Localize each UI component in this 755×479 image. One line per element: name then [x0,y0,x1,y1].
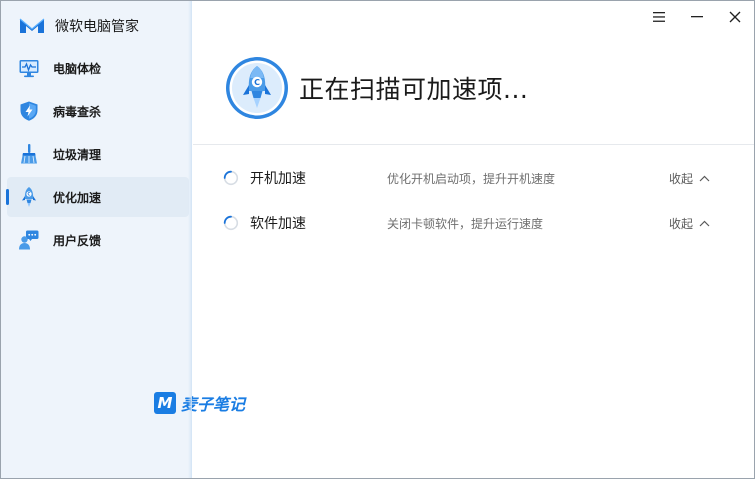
user-feedback-icon [19,230,39,250]
watermark-logo-icon: M [154,392,176,414]
active-indicator [6,189,9,205]
svg-text:C: C [28,192,31,197]
sidebar-item-label: 电脑体检 [53,61,102,76]
sidebar-item-label: 病毒查杀 [53,104,102,119]
sidebar-nav: 电脑体检 病毒查杀 垃圾清理 C 优化加速 用户反馈 [1,45,192,262]
brand: 微软电脑管家 [18,14,139,38]
sidebar-item-optimize-speed[interactable]: C 优化加速 [6,177,189,217]
broom-icon [21,144,37,164]
sidebar-item-virus-scan[interactable]: 病毒查杀 [7,91,189,131]
task-description: 优化开机启动项，提升开机速度 [387,171,556,186]
sidebar: 微软电脑管家 电脑体检 病毒查杀 垃圾清理 C 优化加速 用户反馈 M 麦子笔记 [1,1,245,478]
scan-status-header: C 正在扫描可加速项... [225,56,528,120]
scan-status-title: 正在扫描可加速项... [299,75,529,104]
svg-text:C: C [254,78,260,87]
loading-spinner-icon [223,215,239,231]
sidebar-item-label: 用户反馈 [53,233,102,248]
main-panel: C 正在扫描可加速项... 开机加速 优化开机启动项，提升开机速度 收起 软件加… [193,1,754,478]
task-description: 关闭卡顿软件，提升运行速度 [387,216,544,231]
rocket-badge-icon: C [226,57,288,119]
loading-spinner-icon [223,170,239,186]
collapse-label: 收起 [669,171,694,186]
collapse-button[interactable]: 收起 [669,170,710,187]
shield-lightning-icon [20,101,38,121]
sidebar-item-label: 优化加速 [53,190,102,205]
sidebar-item-label: 垃圾清理 [53,147,102,162]
sidebar-item-user-feedback[interactable]: 用户反馈 [7,220,189,260]
collapse-label: 收起 [669,216,694,231]
divider [193,144,754,145]
chevron-up-icon [699,220,710,226]
task-row-app-speedup: 软件加速 关闭卡顿软件，提升运行速度 收起 [193,208,754,238]
monitor-heartbeat-icon [19,60,39,78]
sidebar-item-pc-checkup[interactable]: 电脑体检 [7,48,189,88]
task-row-boot-speedup: 开机加速 优化开机启动项，提升开机速度 收起 [193,163,754,193]
chevron-up-icon [699,175,710,181]
app-title: 微软电脑管家 [55,19,139,35]
task-name: 开机加速 [250,171,306,187]
task-name: 软件加速 [250,216,306,232]
app-window: 微软电脑管家 电脑体检 病毒查杀 垃圾清理 C 优化加速 用户反馈 M 麦子笔记… [0,0,755,479]
app-logo-icon [19,18,45,33]
rocket-icon: C [22,187,36,207]
collapse-button[interactable]: 收起 [669,215,710,232]
sidebar-item-junk-cleanup[interactable]: 垃圾清理 [7,134,189,174]
